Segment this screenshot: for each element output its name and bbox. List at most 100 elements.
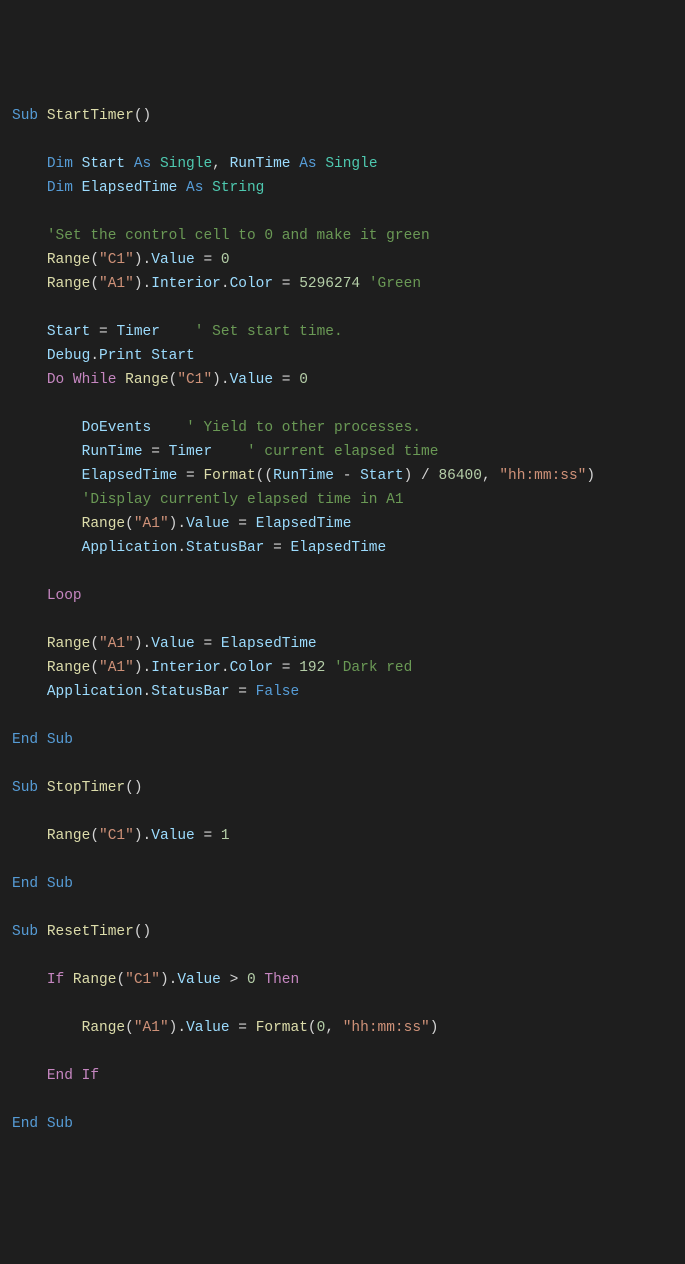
op-eq: = [273, 660, 299, 676]
paren: ( [308, 1020, 317, 1036]
code-block: Sub StartTimer() Dim Start As Single, Ru… [12, 104, 673, 1136]
keyword-sub: Sub [12, 108, 38, 124]
paren: ( [90, 660, 99, 676]
dot: . [177, 1020, 186, 1036]
str-c1: "C1" [177, 372, 212, 388]
comment-curelapsed: ' current elapsed time [247, 444, 438, 460]
var-elapsed: ElapsedTime [256, 516, 352, 532]
op-eq: = [143, 444, 169, 460]
const-false: False [256, 684, 300, 700]
dot: . [90, 348, 99, 364]
paren: ) [134, 828, 143, 844]
dot: . [177, 516, 186, 532]
comment-darkred: 'Dark red [334, 660, 412, 676]
str-a1: "A1" [99, 276, 134, 292]
paren: ( [116, 972, 125, 988]
fn-range: Range [82, 1020, 126, 1036]
parens: () [134, 924, 151, 940]
op-div: / [412, 468, 438, 484]
var-start: Start [47, 324, 91, 340]
paren: ) [430, 1020, 439, 1036]
str-hms: "hh:mm:ss" [343, 1020, 430, 1036]
op-eq: = [230, 684, 256, 700]
str-hms: "hh:mm:ss" [499, 468, 586, 484]
prop-value: Value [230, 372, 274, 388]
var-elapsed: ElapsedTime [82, 180, 178, 196]
keyword-dim: Dim [47, 156, 73, 172]
prop-value: Value [186, 1020, 230, 1036]
dot: . [143, 660, 152, 676]
keyword-sub: Sub [12, 780, 38, 796]
keyword-loop: Loop [47, 588, 82, 604]
num-192: 192 [299, 660, 325, 676]
op-eq: = [273, 276, 299, 292]
prop-interior: Interior [151, 276, 221, 292]
paren: ) [212, 372, 221, 388]
var-timer: Timer [116, 324, 160, 340]
num-5296274: 5296274 [299, 276, 360, 292]
prop-statusbar: StatusBar [186, 540, 264, 556]
keyword-sub: Sub [47, 1116, 73, 1132]
paren: ( [264, 468, 273, 484]
keyword-if: If [47, 972, 64, 988]
var-elapsed: ElapsedTime [82, 468, 178, 484]
dot: . [221, 372, 230, 388]
fn-range: Range [47, 828, 91, 844]
dot: . [143, 684, 152, 700]
op-eq: = [273, 372, 299, 388]
keyword-as: As [299, 156, 316, 172]
comma: , [212, 156, 229, 172]
paren: ( [90, 252, 99, 268]
parens: () [134, 108, 151, 124]
op-eq: = [195, 636, 221, 652]
comment: 'Set the control cell to 0 and make it g… [47, 228, 430, 244]
keyword-while: While [73, 372, 117, 388]
keyword-dim: Dim [47, 180, 73, 196]
var-elapsed: ElapsedTime [221, 636, 317, 652]
fn-range: Range [47, 636, 91, 652]
op-eq: = [195, 828, 221, 844]
comment-yield: ' Yield to other processes. [186, 420, 421, 436]
paren: ) [134, 660, 143, 676]
type-string: String [212, 180, 264, 196]
num-0: 0 [299, 372, 308, 388]
fn-range: Range [47, 276, 91, 292]
comma: , [325, 1020, 342, 1036]
dot: . [221, 660, 230, 676]
var-print: Print [99, 348, 143, 364]
keyword-sub: Sub [47, 876, 73, 892]
prop-value: Value [186, 516, 230, 532]
prop-value: Value [151, 636, 195, 652]
op-eq: = [90, 324, 116, 340]
paren: ) [134, 276, 143, 292]
parens: () [125, 780, 142, 796]
keyword-as: As [186, 180, 203, 196]
var-start: Start [82, 156, 126, 172]
prop-statusbar: StatusBar [151, 684, 229, 700]
fn-format: Format [203, 468, 255, 484]
var-timer: Timer [169, 444, 213, 460]
keyword-end: End [12, 732, 38, 748]
var-runtime: RunTime [230, 156, 291, 172]
str-c1: "C1" [125, 972, 160, 988]
paren: ) [134, 636, 143, 652]
paren: ) [134, 252, 143, 268]
paren: ( [125, 1020, 134, 1036]
op-eq: = [177, 468, 203, 484]
comment-setstart: ' Set start time. [195, 324, 343, 340]
type-single: Single [160, 156, 212, 172]
dot: . [221, 276, 230, 292]
sub-name-start: StartTimer [47, 108, 134, 124]
paren: ( [90, 636, 99, 652]
var-elapsed: ElapsedTime [290, 540, 386, 556]
dot: . [143, 828, 152, 844]
keyword-as: As [134, 156, 151, 172]
num-0: 0 [221, 252, 230, 268]
paren: ( [125, 516, 134, 532]
prop-color: Color [230, 660, 274, 676]
str-a1: "A1" [134, 516, 169, 532]
var-runtime: RunTime [273, 468, 334, 484]
keyword-end: End [12, 1116, 38, 1132]
str-c1: "C1" [99, 252, 134, 268]
dot: . [143, 636, 152, 652]
